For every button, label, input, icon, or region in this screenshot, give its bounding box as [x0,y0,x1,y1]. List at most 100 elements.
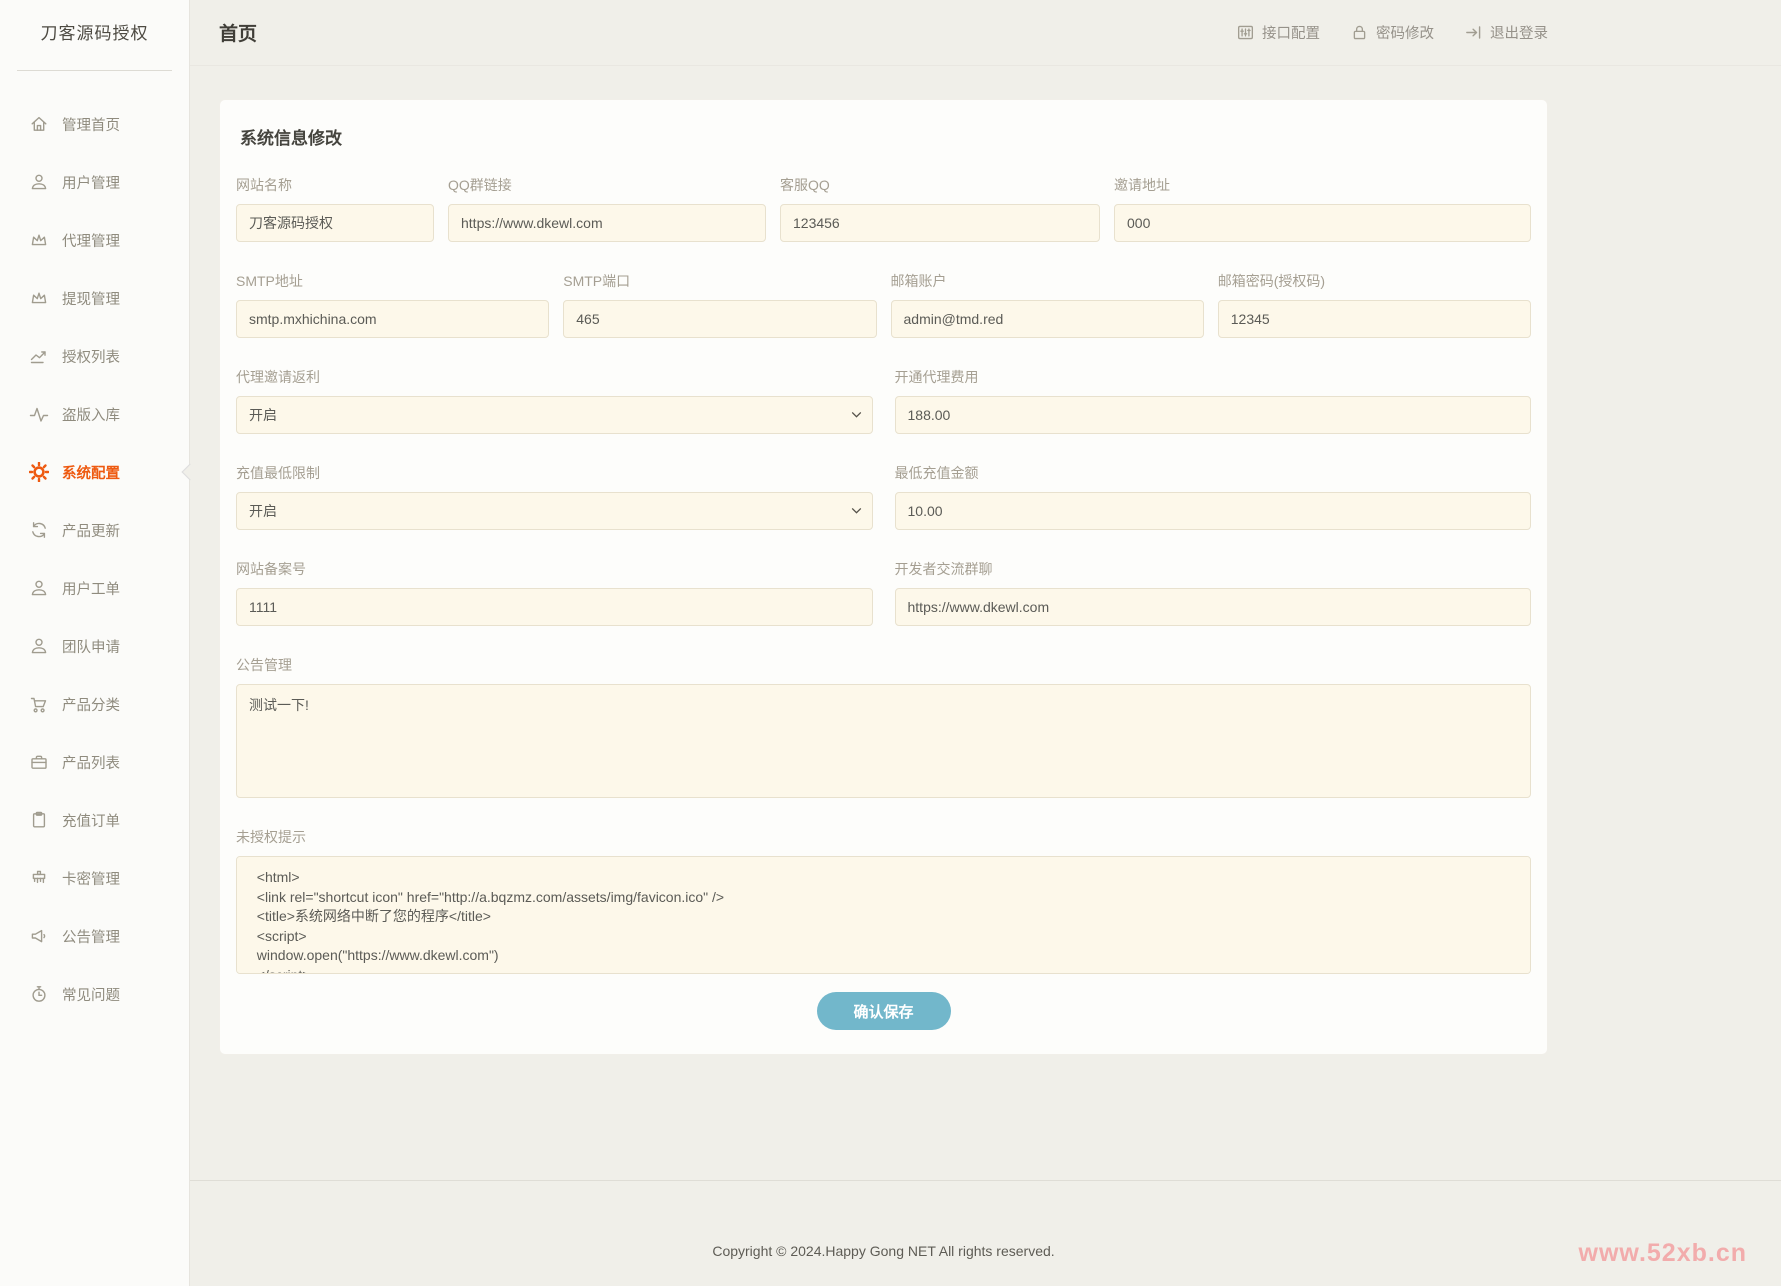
sidebar-item-license-list[interactable]: 授权列表 [0,327,189,385]
main-column: 首页 接口配置 密码修改 退出登录 系统信息修改 网站名称 刀客源码授权 QQ群… [190,0,1781,1286]
invite-address-input[interactable] [1114,204,1531,242]
sidebar-item-label: 用户工单 [62,581,120,598]
interface-config-label: 接口配置 [1262,26,1320,42]
user-icon [28,635,50,657]
interface-config-icon [1236,23,1255,42]
dev-group-label: 开发者交流群聊 [894,561,993,577]
sidebar-item-label: 产品列表 [62,755,120,772]
sidebar-item-team-application[interactable]: 团队申请 [0,617,189,675]
agent-fee-label: 开通代理费用 [894,369,979,385]
topbar: 首页 接口配置 密码修改 退出登录 [190,0,1781,66]
recharge-limit-select[interactable]: 开启 [236,492,873,530]
logout-icon [1464,23,1483,42]
unauthorized-notice-label: 未授权提示 [236,829,306,845]
form-row: 网站名称 QQ群链接 客服QQ 邀请地址 [236,175,1531,242]
clipboard-icon [28,809,50,831]
agent-fee-input[interactable] [894,396,1531,434]
logout-button[interactable]: 退出登录 [1464,22,1548,43]
sidebar-item-admin-home[interactable]: 管理首页 [0,95,189,153]
mail-password-input[interactable] [1217,300,1531,338]
sidebar-item-product-list[interactable]: 产品列表 [0,733,189,791]
mail-password-label: 邮箱密码(授权码) [1217,273,1326,289]
site-name-input[interactable] [236,204,434,242]
sidebar-item-label: 代理管理 [62,233,120,250]
footer: Copyright © 2024.Happy Gong NET All righ… [190,1180,1781,1286]
sidebar-item-announcement-management[interactable]: 公告管理 [0,907,189,965]
sidebar-item-product-update[interactable]: 产品更新 [0,501,189,559]
form-row: SMTP地址 SMTP端口 邮箱账户 邮箱密码(授权码) [236,271,1531,338]
change-password-button[interactable]: 密码修改 [1350,22,1434,43]
min-recharge-label: 最低充值金额 [894,465,979,481]
qq-group-link-label: QQ群链接 [448,177,512,193]
interface-config-button[interactable]: 接口配置 [1236,22,1320,43]
logout-label: 退出登录 [1490,26,1548,42]
cart-icon [28,693,50,715]
invite-address-label: 邀请地址 [1114,177,1170,193]
card-title: 系统信息修改 [240,129,342,148]
sidebar-item-recharge-orders[interactable]: 充值订单 [0,791,189,849]
smtp-port-label: SMTP端口 [563,273,631,289]
sidebar-item-user-tickets[interactable]: 用户工单 [0,559,189,617]
page-title: 首页 [219,24,258,45]
sidebar-item-label: 用户管理 [62,175,120,192]
crown-icon [28,287,50,309]
agent-rebate-label: 代理邀请返利 [236,369,320,385]
qq-group-link-input[interactable] [448,204,766,242]
smtp-host-label: SMTP地址 [236,273,303,289]
sidebar-item-label: 授权列表 [62,349,120,366]
sidebar-item-product-category[interactable]: 产品分类 [0,675,189,733]
sidebar-item-label: 管理首页 [62,117,120,134]
user-icon [28,577,50,599]
sidebar-item-faq[interactable]: 常见问题 [0,965,189,1023]
mail-account-label: 邮箱账户 [890,273,947,289]
sidebar-menu: 管理首页 用户管理 代理管理 提现管理 授权列表 盗版入库 系统配置 产品更新 … [0,71,199,1023]
change-password-label: 密码修改 [1376,26,1434,42]
min-recharge-input[interactable] [894,492,1531,530]
icp-number-input[interactable] [236,588,873,626]
sidebar-item-agent-management[interactable]: 代理管理 [0,211,189,269]
announcement-label: 公告管理 [236,657,292,673]
service-qq-label: 客服QQ [780,177,830,193]
sidebar-item-withdraw-management[interactable]: 提现管理 [0,269,189,327]
sidebar-item-label: 卡密管理 [62,871,120,888]
form-row: 代理邀请返利 开启 开通代理费用 [236,367,1531,434]
sidebar-item-label: 公告管理 [62,929,120,946]
home-icon [28,113,50,135]
unauthorized-notice-textarea[interactable]: <html> <link rel="shortcut icon" href="h… [236,856,1531,974]
sidebar-item-label: 充值订单 [62,813,120,830]
sidebar-item-card-key-management[interactable]: 卡密管理 [0,849,189,907]
sidebar-item-label: 产品分类 [62,697,120,714]
megaphone-icon [28,925,50,947]
gear-icon [28,461,50,483]
announcement-textarea[interactable]: 测试一下! [236,684,1531,798]
lock-icon [1350,23,1369,42]
system-info-card: 系统信息修改 网站名称 QQ群链接 客服QQ [219,99,1548,1055]
refresh-icon [28,519,50,541]
briefcase-icon [28,751,50,773]
form-row: 网站备案号 开发者交流群聊 [236,559,1531,626]
dev-group-input[interactable] [894,588,1531,626]
brush-icon [28,867,50,889]
sidebar: 刀客源码授权 管理首页 用户管理 代理管理 提现管理 授权列表 盗版入库 系统配… [0,0,199,1286]
save-button[interactable]: 确认保存 [816,992,951,1030]
app-root: 刀客源码授权 管理首页 用户管理 代理管理 提现管理 授权列表 盗版入库 系统配… [0,0,1781,1286]
topbar-actions: 接口配置 密码修改 退出登录 [1236,22,1548,43]
smtp-host-input[interactable] [236,300,550,338]
sidebar-item-piracy-intake[interactable]: 盗版入库 [0,385,189,443]
user-icon [28,171,50,193]
trend-chart-icon [28,345,50,367]
sidebar-item-system-config[interactable]: 系统配置 [0,443,199,501]
recharge-limit-label: 充值最低限制 [236,465,320,481]
agent-rebate-select[interactable]: 开启 [236,396,873,434]
sidebar-item-label: 产品更新 [62,523,120,540]
sidebar-item-label: 团队申请 [62,639,120,656]
crown-icon [28,229,50,251]
sidebar-item-label: 常见问题 [62,987,120,1004]
sidebar-item-label: 提现管理 [62,291,120,308]
watermark: www.52xb.cn [1578,1239,1747,1267]
service-qq-input[interactable] [780,204,1100,242]
copyright-text: Copyright © 2024.Happy Gong NET All righ… [712,1243,1055,1259]
smtp-port-input[interactable] [563,300,877,338]
mail-account-input[interactable] [890,300,1204,338]
sidebar-item-user-management[interactable]: 用户管理 [0,153,189,211]
